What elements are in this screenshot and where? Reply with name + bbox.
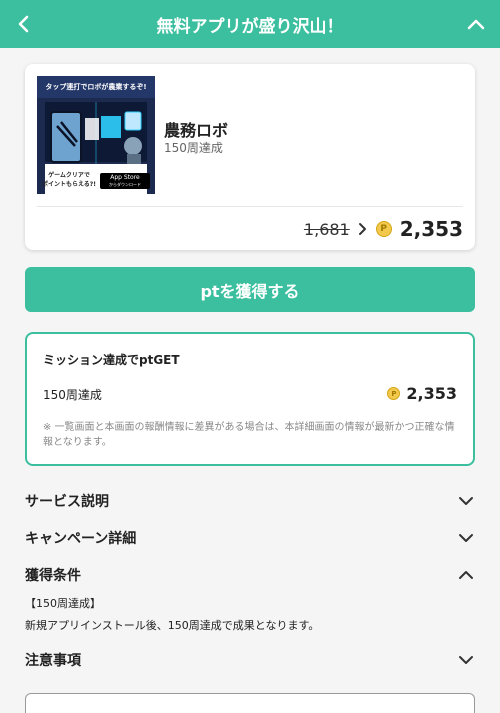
chevron-down-icon xyxy=(459,497,473,505)
app-store-badge: App Store からダウンロード xyxy=(100,173,150,189)
get-points-button[interactable]: ptを獲得する xyxy=(25,267,475,312)
conditions-tag: 【150周達成】 xyxy=(25,597,101,610)
mission-box: ミッション達成でptGET 150周達成 P 2,353 ※ 一覧画面と本画面の… xyxy=(25,332,475,466)
header-title: 無料アプリが盛り沢山！ xyxy=(156,16,344,37)
chevron-left-icon xyxy=(18,15,29,33)
app-name: 農務ロボ xyxy=(164,121,229,140)
chevron-up-icon xyxy=(467,19,485,30)
store-badge-label: App Store xyxy=(110,174,140,181)
back-button[interactable] xyxy=(0,0,48,48)
old-points: 1,681 xyxy=(303,219,350,239)
app-header: 無料アプリが盛り沢山！ xyxy=(0,0,500,48)
app-condition: 150周達成 xyxy=(164,141,223,155)
banner-caption-top: タップ連打でロボが農業するぞ! xyxy=(45,83,147,91)
mission-points: 2,353 xyxy=(406,384,457,403)
divider xyxy=(37,206,463,207)
chevron-down-icon xyxy=(459,534,473,542)
mission-note: ※ 一覧画面と本画面の報酬情報に差異がある場合は、本詳細画面の情報が最新かつ正確… xyxy=(43,422,455,448)
mission-row-label: 150周達成 xyxy=(43,388,102,402)
mission-row-points: P 2,353 xyxy=(387,384,457,403)
section-service[interactable]: サービス説明 xyxy=(25,488,475,514)
conditions-text: 新規アプリインストール後、150周達成で成果となります。 xyxy=(25,619,320,632)
section-campaign[interactable]: キャンペーン詳細 xyxy=(25,525,475,551)
banner-caption-line: ポイントもらえる?! xyxy=(41,181,97,188)
chevron-right-icon xyxy=(358,223,366,235)
mission-title: ミッション達成でptGET xyxy=(43,353,180,367)
store-badge-sub: からダウンロード xyxy=(109,182,141,187)
points-row: 1,681 P 2,353 xyxy=(304,214,463,244)
banner-caption-line: ゲームクリアで xyxy=(48,172,90,179)
banner-caption-bottom: ゲームクリアで ポイントもらえる?! xyxy=(41,171,97,189)
section-label: サービス説明 xyxy=(25,494,109,510)
new-points: 2,353 xyxy=(399,217,463,241)
chevron-down-icon xyxy=(459,656,473,664)
coin-icon: P xyxy=(375,221,392,237)
coin-icon: P xyxy=(387,387,401,400)
collapse-button[interactable] xyxy=(452,0,500,48)
offer-card: タップ連打でロボが農業するぞ! ゲームクリアで ポイントもらえる?! App S… xyxy=(25,64,475,250)
bottom-panel xyxy=(25,693,475,713)
section-notes[interactable]: 注意事項 xyxy=(25,647,475,673)
section-label: キャンペーン詳細 xyxy=(25,531,137,547)
section-label: 獲得条件 xyxy=(25,568,81,584)
chevron-up-icon xyxy=(459,571,473,579)
section-label: 注意事項 xyxy=(25,653,81,669)
app-banner-image: タップ連打でロボが農業するぞ! ゲームクリアで ポイントもらえる?! App S… xyxy=(37,76,155,194)
section-conditions[interactable]: 獲得条件 xyxy=(25,562,475,588)
